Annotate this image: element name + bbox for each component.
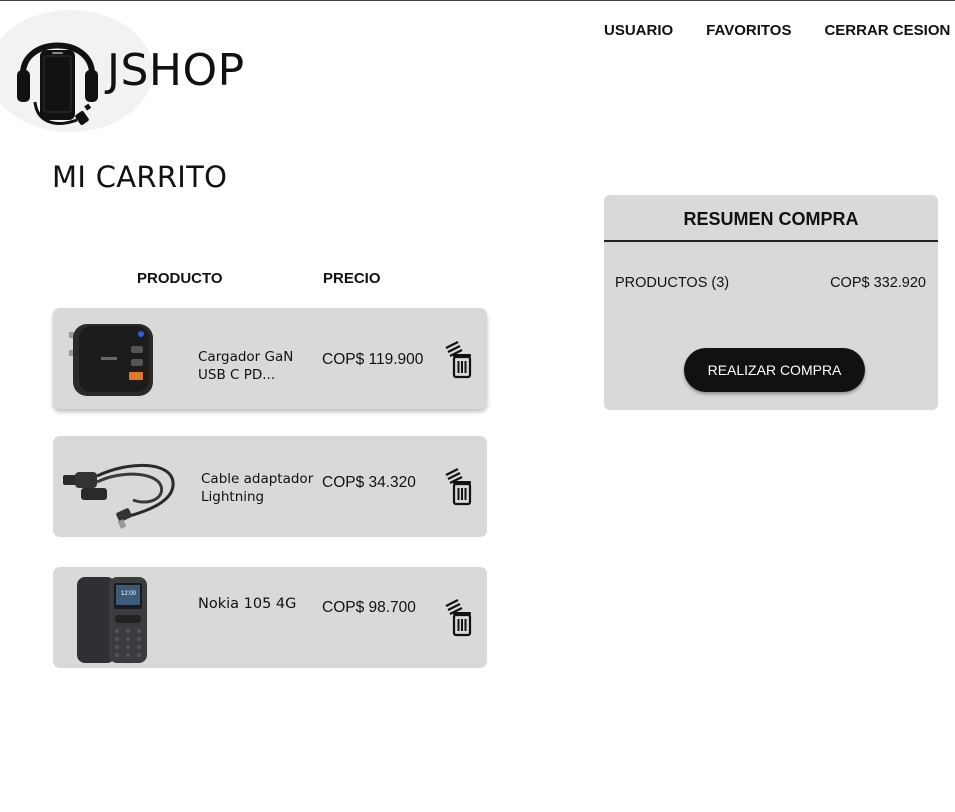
summary-products-count: PRODUCTOS (3)	[615, 275, 730, 291]
page-title: MI CARRITO	[52, 160, 228, 194]
top-border	[0, 0, 955, 1]
checkout-button[interactable]: REALIZAR COMPRA	[684, 348, 865, 392]
product-price: COP$ 34.320	[322, 474, 416, 491]
brand-name: JSHOP	[107, 45, 245, 96]
product-name[interactable]: Nokia 105 4G	[198, 595, 316, 613]
cable-adapter-image	[63, 463, 175, 529]
product-price: COP$ 98.700	[322, 599, 416, 616]
summary-divider	[604, 240, 938, 242]
svg-text:12:00: 12:00	[121, 591, 137, 597]
product-column-header: PRODUCTO	[137, 270, 223, 287]
trash-icon[interactable]	[444, 598, 476, 638]
price-column-header: PRECIO	[323, 270, 381, 287]
trash-icon[interactable]	[444, 340, 476, 380]
cart-item: Cable adaptador Lightning COP$ 34.320	[53, 436, 487, 537]
product-name[interactable]: Cargador GaN USB C PD...	[198, 348, 316, 384]
headphones-phone-logo-icon	[17, 42, 98, 125]
cart-item: Cargador GaN USB C PD... COP$ 119.900	[53, 308, 487, 409]
nokia-phone-image: 12:00	[77, 577, 147, 663]
charger-image	[69, 324, 153, 396]
summary-total: COP$ 332.920	[830, 275, 926, 291]
logo[interactable]: JSHOP	[0, 10, 250, 135]
trash-icon[interactable]	[444, 467, 476, 507]
product-name[interactable]: Cable adaptador Lightning	[201, 470, 319, 506]
top-nav: USUARIO FAVORITOS CERRAR CESION	[604, 22, 950, 39]
nav-favoritos[interactable]: FAVORITOS	[706, 22, 791, 39]
cart-item: 12:00 Nokia 105 4G COP$ 98.700	[53, 567, 487, 668]
nav-usuario[interactable]: USUARIO	[604, 22, 673, 39]
purchase-summary: RESUMEN COMPRA PRODUCTOS (3) COP$ 332.92…	[604, 195, 938, 410]
product-price: COP$ 119.900	[322, 351, 424, 368]
nav-cerrar-sesion[interactable]: CERRAR CESION	[824, 22, 950, 39]
summary-title: RESUMEN COMPRA	[683, 209, 859, 229]
